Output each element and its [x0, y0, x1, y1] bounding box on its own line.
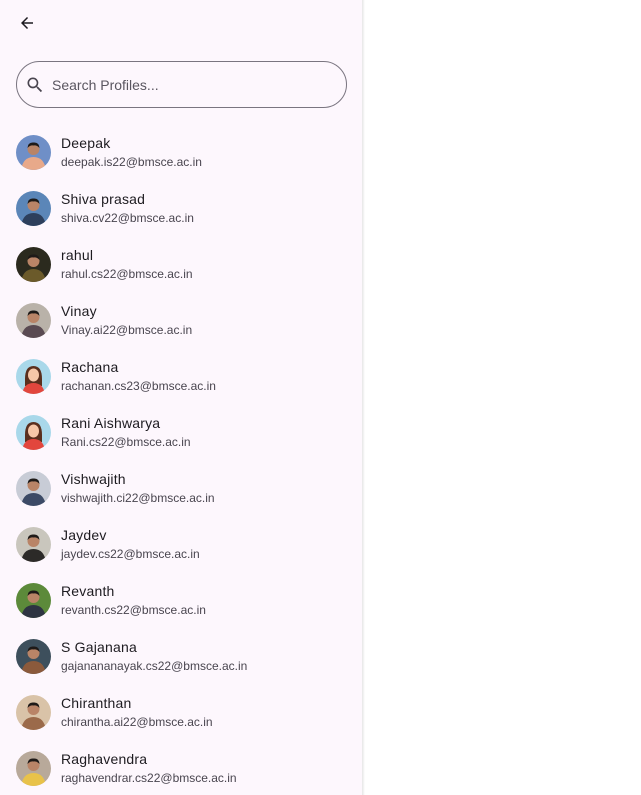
profile-text: Raghavendra raghavendrar.cs22@bmsce.ac.in — [61, 750, 237, 786]
avatar — [16, 358, 51, 394]
profile-email: chirantha.ai22@bmsce.ac.in — [61, 715, 213, 729]
profile-list-item[interactable]: rahul rahul.cs22@bmsce.ac.in — [0, 236, 362, 292]
profile-text: Rachana rachanan.cs23@bmsce.ac.in — [61, 358, 216, 394]
profile-list-item[interactable]: Raghavendra raghavendrar.cs22@bmsce.ac.in — [0, 740, 362, 795]
avatar — [16, 414, 51, 450]
profile-text: Vinay Vinay.ai22@bmsce.ac.in — [61, 302, 192, 338]
profile-name: Vishwajith — [61, 471, 126, 487]
search-field[interactable] — [16, 61, 347, 108]
avatar — [16, 526, 51, 562]
avatar — [16, 470, 51, 506]
avatar — [16, 134, 51, 170]
profile-text: Jaydev jaydev.cs22@bmsce.ac.in — [61, 526, 200, 562]
profile-email: deepak.is22@bmsce.ac.in — [61, 155, 202, 169]
profile-name: Rani Aishwarya — [61, 415, 161, 431]
profile-email: rachanan.cs23@bmsce.ac.in — [61, 379, 216, 393]
avatar — [16, 246, 51, 282]
profile-list-item[interactable]: Vinay Vinay.ai22@bmsce.ac.in — [0, 292, 362, 348]
profile-list-item[interactable]: Vishwajith vishwajith.ci22@bmsce.ac.in — [0, 460, 362, 516]
profile-email: revanth.cs22@bmsce.ac.in — [61, 603, 206, 617]
profile-email: jaydev.cs22@bmsce.ac.in — [61, 547, 200, 561]
profile-email: vishwajith.ci22@bmsce.ac.in — [61, 491, 215, 505]
search-icon — [25, 75, 45, 95]
profile-email: gajanananayak.cs22@bmsce.ac.in — [61, 659, 248, 673]
profile-list-item[interactable]: Deepak deepak.is22@bmsce.ac.in — [0, 124, 362, 180]
back-button[interactable] — [12, 8, 42, 38]
profile-email: Rani.cs22@bmsce.ac.in — [61, 435, 191, 449]
profile-name: Shiva prasad — [61, 191, 146, 207]
arrow-back-icon — [21, 17, 33, 29]
profile-list-item[interactable]: Revanth revanth.cs22@bmsce.ac.in — [0, 572, 362, 628]
profile-text: Rani Aishwarya Rani.cs22@bmsce.ac.in — [61, 414, 191, 450]
profile-text: Chiranthan chirantha.ai22@bmsce.ac.in — [61, 694, 213, 730]
profile-text: Shiva prasad shiva.cv22@bmsce.ac.in — [61, 190, 194, 226]
profile-email: rahul.cs22@bmsce.ac.in — [61, 267, 193, 281]
profile-email: shiva.cv22@bmsce.ac.in — [61, 211, 194, 225]
profile-name: Chiranthan — [61, 695, 132, 711]
panel-divider — [362, 0, 365, 795]
profile-list-item[interactable]: S Gajanana gajanananayak.cs22@bmsce.ac.in — [0, 628, 362, 684]
profile-name: rahul — [61, 247, 94, 263]
profile-name: S Gajanana — [61, 639, 137, 655]
profile-text: Revanth revanth.cs22@bmsce.ac.in — [61, 582, 206, 618]
search-input[interactable] — [52, 76, 322, 93]
avatar — [16, 190, 51, 226]
profiles-panel: Deepak deepak.is22@bmsce.ac.in Shiva prasa… — [0, 0, 362, 795]
profile-list-item[interactable]: Jaydev jaydev.cs22@bmsce.ac.in — [0, 516, 362, 572]
profile-list-item[interactable]: Rani Aishwarya Rani.cs22@bmsce.ac.in — [0, 404, 362, 460]
avatar — [16, 694, 51, 730]
avatar — [16, 750, 51, 786]
profile-list-item[interactable]: Shiva prasad shiva.cv22@bmsce.ac.in — [0, 180, 362, 236]
profile-name: Rachana — [61, 359, 119, 375]
profile-name: Jaydev — [61, 527, 107, 543]
profile-name: Raghavendra — [61, 751, 148, 767]
profile-email: raghavendrar.cs22@bmsce.ac.in — [61, 771, 237, 785]
profile-name: Revanth — [61, 583, 115, 599]
profile-text: rahul rahul.cs22@bmsce.ac.in — [61, 246, 193, 282]
profile-list-item[interactable]: Chiranthan chirantha.ai22@bmsce.ac.in — [0, 684, 362, 740]
profile-name: Deepak — [61, 135, 111, 151]
avatar — [16, 302, 51, 338]
profile-text: Deepak deepak.is22@bmsce.ac.in — [61, 134, 202, 170]
profile-text: Vishwajith vishwajith.ci22@bmsce.ac.in — [61, 470, 215, 506]
profile-text: S Gajanana gajanananayak.cs22@bmsce.ac.in — [61, 638, 247, 674]
profile-list-item[interactable]: Rachana rachanan.cs23@bmsce.ac.in — [0, 348, 362, 404]
profile-email: Vinay.ai22@bmsce.ac.in — [61, 323, 193, 337]
avatar — [16, 638, 51, 674]
profile-list: Deepak deepak.is22@bmsce.ac.in Shiva prasa… — [0, 124, 362, 795]
avatar — [16, 582, 51, 618]
profile-name: Vinay — [61, 303, 97, 319]
